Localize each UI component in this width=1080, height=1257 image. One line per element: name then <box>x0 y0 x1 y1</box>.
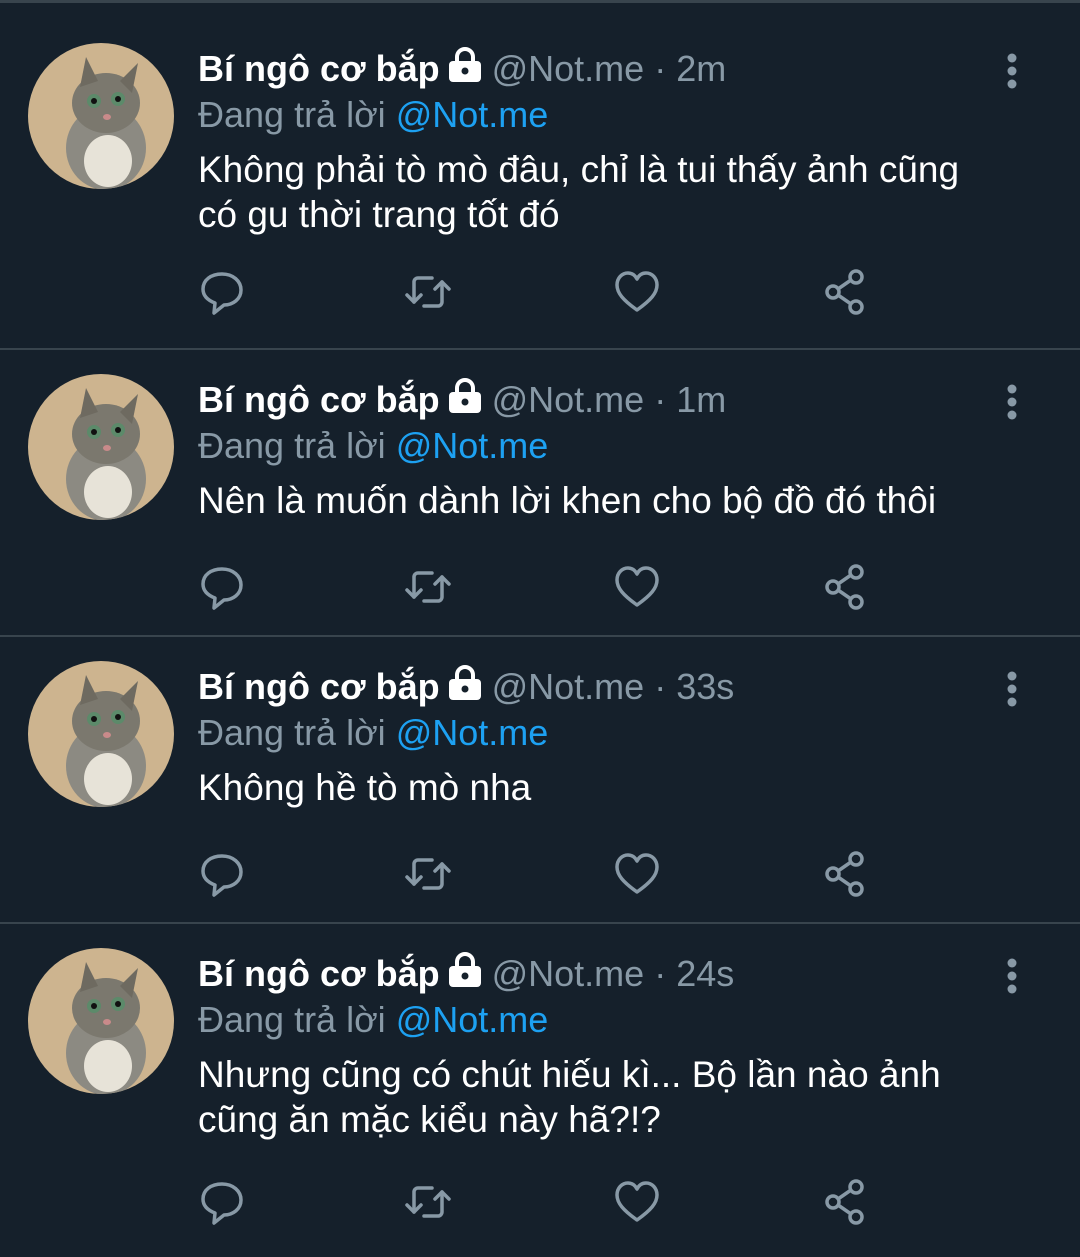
tweet[interactable]: Bí ngô cơ bắp @Not.me · 2m Đang trả lời @… <box>0 3 1080 350</box>
user-handle[interactable]: @Not.me <box>492 379 645 420</box>
replying-to-link[interactable]: @Not.me <box>396 999 549 1040</box>
replying-to-line: Đang trả lời @Not.me <box>198 998 1020 1042</box>
tweet-text: Nên là muốn dành lời khen cho bộ đồ đó t… <box>198 478 1020 523</box>
heart-icon[interactable] <box>613 1178 661 1226</box>
reply-icon[interactable] <box>198 1178 246 1226</box>
user-handle[interactable]: @Not.me <box>492 953 645 994</box>
display-name[interactable]: Bí ngô cơ bắp <box>198 666 440 707</box>
user-handle[interactable]: @Not.me <box>492 666 645 707</box>
avatar[interactable] <box>28 43 174 189</box>
tweet-text: Không phải tò mò đâu, chỉ là tui thấy ản… <box>198 147 1020 237</box>
reply-icon[interactable] <box>198 268 246 316</box>
heart-icon[interactable] <box>613 268 661 316</box>
separator-dot: · <box>654 666 667 707</box>
avatar[interactable] <box>28 661 174 807</box>
replying-to-line: Đang trả lời @Not.me <box>198 424 1020 468</box>
tweet-actions <box>198 563 898 613</box>
more-vertical-icon[interactable] <box>1006 384 1018 420</box>
tweet-actions <box>198 268 898 318</box>
timestamp[interactable]: 24s <box>676 953 734 994</box>
tweet-text-line: Nên là muốn dành lời khen cho bộ đồ đó t… <box>198 480 937 521</box>
display-name[interactable]: Bí ngô cơ bắp <box>198 48 440 89</box>
tweet-text: Không hề tò mò nha <box>198 765 1020 810</box>
more-vertical-icon[interactable] <box>1006 671 1018 707</box>
retweet-icon[interactable] <box>404 268 452 316</box>
separator-dot: · <box>654 953 667 994</box>
replying-prefix: Đang trả lời <box>198 712 386 753</box>
retweet-icon[interactable] <box>404 1178 452 1226</box>
timestamp[interactable]: 1m <box>676 379 726 420</box>
separator-dot: · <box>654 48 667 89</box>
replying-to-link[interactable]: @Not.me <box>396 712 549 753</box>
replying-prefix: Đang trả lời <box>198 999 386 1040</box>
tweet[interactable]: Bí ngô cơ bắp @Not.me · 33s Đang trả lời … <box>0 637 1080 924</box>
retweet-icon[interactable] <box>404 563 452 611</box>
tweet-actions <box>198 1178 898 1228</box>
replying-to-link[interactable]: @Not.me <box>396 425 549 466</box>
replying-to-line: Đang trả lời @Not.me <box>198 711 1020 755</box>
heart-icon[interactable] <box>613 563 661 611</box>
replying-to-link[interactable]: @Not.me <box>396 94 549 135</box>
tweet-text-line: Không phải tò mò đâu, chỉ là tui thấy ản… <box>198 149 960 190</box>
timestamp[interactable]: 33s <box>676 666 734 707</box>
tweet[interactable]: Bí ngô cơ bắp @Not.me · 24s Đang trả lời … <box>0 924 1080 1254</box>
retweet-icon[interactable] <box>404 850 452 898</box>
lock-icon <box>446 47 484 95</box>
replying-prefix: Đang trả lời <box>198 425 386 466</box>
display-name[interactable]: Bí ngô cơ bắp <box>198 379 440 420</box>
tweet-feed: Bí ngô cơ bắp @Not.me · 2m Đang trả lời @… <box>0 3 1080 1254</box>
tweet[interactable]: Bí ngô cơ bắp @Not.me · 1m Đang trả lời @… <box>0 350 1080 637</box>
share-icon[interactable] <box>822 850 870 898</box>
replying-to-line: Đang trả lời @Not.me <box>198 93 1020 137</box>
reply-icon[interactable] <box>198 563 246 611</box>
share-icon[interactable] <box>822 563 870 611</box>
tweet-text-line: Không hề tò mò nha <box>198 767 532 808</box>
more-vertical-icon[interactable] <box>1006 53 1018 89</box>
reply-icon[interactable] <box>198 850 246 898</box>
lock-icon <box>446 665 484 713</box>
share-icon[interactable] <box>822 1178 870 1226</box>
display-name[interactable]: Bí ngô cơ bắp <box>198 953 440 994</box>
lock-icon <box>446 378 484 426</box>
avatar[interactable] <box>28 948 174 1094</box>
replying-prefix: Đang trả lời <box>198 94 386 135</box>
tweet-text-line: cũng ăn mặc kiểu này hã?!? <box>198 1099 661 1140</box>
separator-dot: · <box>654 379 667 420</box>
avatar[interactable] <box>28 374 174 520</box>
timestamp[interactable]: 2m <box>676 48 726 89</box>
tweet-text: Nhưng cũng có chút hiếu kì... Bộ lần nào… <box>198 1052 1020 1142</box>
user-handle[interactable]: @Not.me <box>492 48 645 89</box>
heart-icon[interactable] <box>613 850 661 898</box>
more-vertical-icon[interactable] <box>1006 958 1018 994</box>
share-icon[interactable] <box>822 268 870 316</box>
tweet-text-line: có gu thời trang tốt đó <box>198 194 560 235</box>
lock-icon <box>446 952 484 1000</box>
tweet-text-line: Nhưng cũng có chút hiếu kì... Bộ lần nào… <box>198 1054 941 1095</box>
tweet-actions <box>198 850 898 900</box>
